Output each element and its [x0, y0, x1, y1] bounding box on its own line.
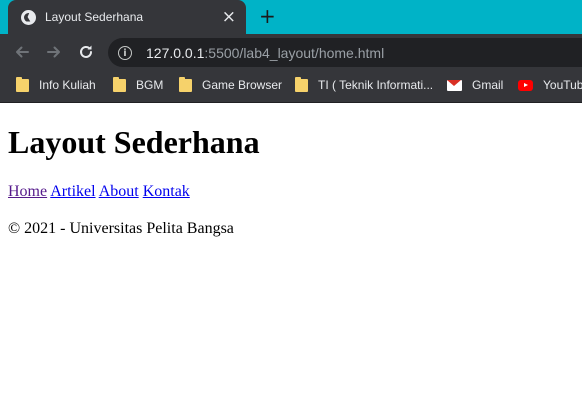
- folder-icon: [295, 76, 308, 92]
- tab-title: Layout Sederhana: [45, 10, 144, 24]
- new-tab-button[interactable]: +: [259, 6, 276, 26]
- bookmark-info-kuliah[interactable]: Info Kuliah: [16, 76, 96, 92]
- nav-link-home[interactable]: Home: [8, 183, 47, 200]
- nav-link-artikel[interactable]: Artikel: [50, 183, 95, 200]
- bookmarks-bar: Info Kuliah BGM Game Browser TI ( Teknik…: [0, 70, 582, 103]
- nav-link-about[interactable]: About: [99, 183, 139, 200]
- address-bar[interactable]: i 127.0.0.1:5500/lab4_layout/home.html: [108, 38, 582, 67]
- url-text[interactable]: 127.0.0.1:5500/lab4_layout/home.html: [146, 45, 384, 61]
- back-arrow-icon: [16, 46, 29, 58]
- forward-arrow-icon: [47, 46, 60, 58]
- main-nav: Home Artikel About Kontak: [8, 183, 190, 201]
- bookmark-gmail[interactable]: Gmail: [447, 78, 503, 92]
- url-host: 127.0.0.1: [146, 44, 205, 61]
- globe-icon: [21, 9, 36, 25]
- bookmark-label: Info Kuliah: [39, 78, 96, 92]
- folder-icon: [16, 76, 29, 92]
- gmail-icon: [447, 79, 462, 91]
- page-footer: © 2021 - Universitas Pelita Bangsa: [8, 220, 234, 237]
- close-tab-icon[interactable]: ×: [222, 8, 236, 26]
- folder-icon: [113, 76, 126, 92]
- nav-link-kontak[interactable]: Kontak: [143, 183, 190, 200]
- bookmark-ti[interactable]: TI ( Teknik Informati...: [295, 76, 434, 92]
- page-title: Layout Sederhana: [8, 124, 260, 160]
- back-button[interactable]: [10, 40, 34, 64]
- youtube-icon: [518, 79, 533, 91]
- folder-icon: [179, 76, 192, 92]
- tab-strip: Layout Sederhana × +: [0, 0, 582, 34]
- bookmark-label: YouTube: [543, 78, 582, 92]
- url-path: :5500/lab4_layout/home.html: [204, 44, 385, 61]
- bookmark-label: TI ( Teknik Informati...: [318, 78, 434, 92]
- bookmark-label: Gmail: [472, 78, 504, 92]
- bookmark-game-browser[interactable]: Game Browser: [179, 76, 283, 92]
- bookmark-label: Game Browser: [202, 78, 283, 92]
- browser-tab[interactable]: Layout Sederhana ×: [8, 0, 246, 34]
- bookmark-youtube[interactable]: YouTube: [518, 78, 582, 92]
- page-content: Layout Sederhana Home Artikel About Kont…: [0, 103, 582, 402]
- site-info-icon[interactable]: i: [118, 45, 132, 60]
- reload-button[interactable]: [74, 40, 98, 64]
- browser-toolbar: i 127.0.0.1:5500/lab4_layout/home.html: [0, 34, 582, 70]
- forward-button[interactable]: [42, 40, 66, 64]
- reload-icon: [80, 45, 92, 58]
- bookmark-label: BGM: [136, 78, 164, 92]
- bookmark-bgm[interactable]: BGM: [113, 76, 164, 92]
